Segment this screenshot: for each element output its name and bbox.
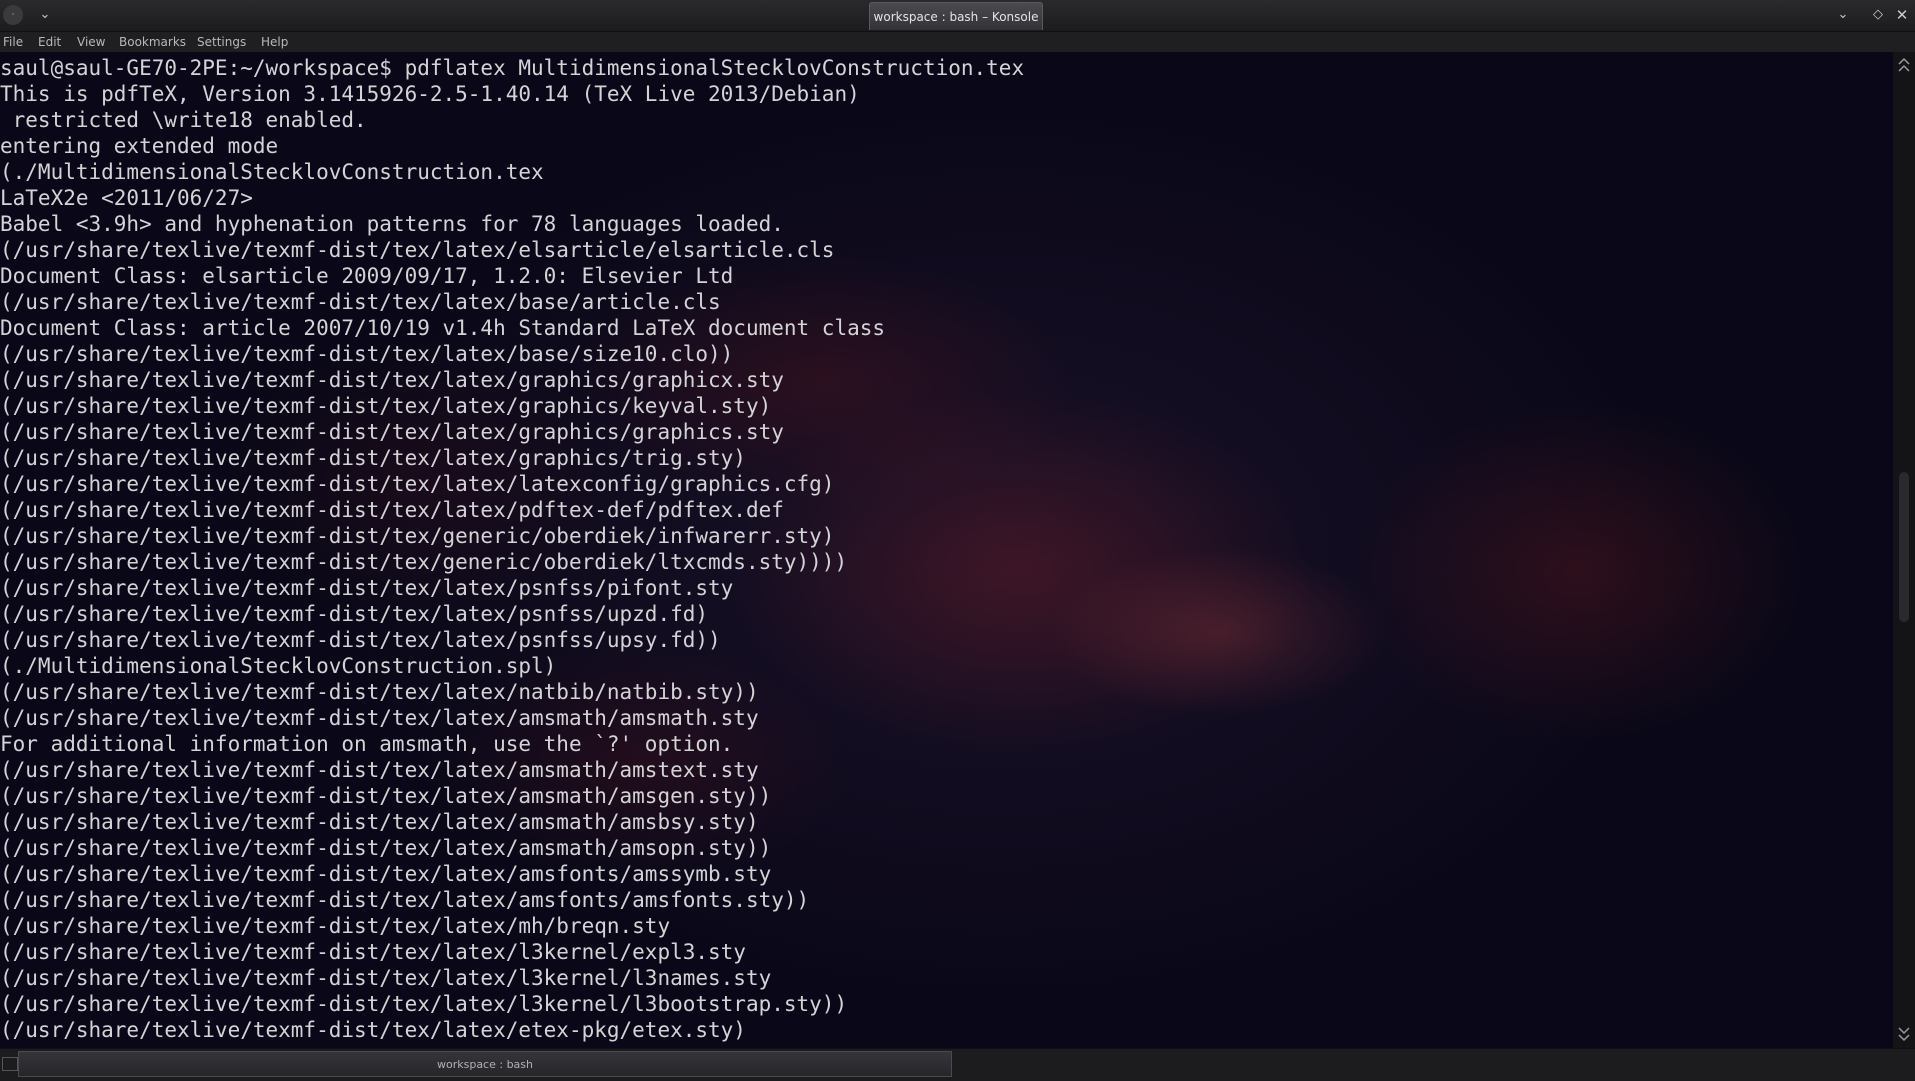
terminal-line: (/usr/share/texlive/texmf-dist/tex/latex… [0, 602, 709, 626]
menu-edit[interactable]: Edit [38, 32, 61, 52]
menu-file[interactable]: File [3, 32, 23, 52]
terminal-line: Document Class: article 2007/10/19 v1.4h… [0, 316, 886, 340]
terminal-line: (/usr/share/texlive/texmf-dist/tex/latex… [0, 628, 721, 652]
terminal-line: (/usr/share/texlive/texmf-dist/tex/latex… [0, 706, 759, 730]
terminal-line: (/usr/share/texlive/texmf-dist/tex/latex… [0, 836, 772, 860]
close-icon[interactable]: ✕ [1892, 5, 1912, 25]
terminal-line: (/usr/share/texlive/texmf-dist/tex/gener… [0, 550, 848, 574]
terminal-line: (/usr/share/texlive/texmf-dist/tex/latex… [0, 394, 772, 418]
menu-view[interactable]: View [77, 32, 105, 52]
konsole-window: · ⌄ workspace : bash – Konsole ⌄ ◇ ✕ Fil… [0, 0, 1915, 1081]
window-menu-icon[interactable]: · [3, 5, 23, 25]
terminal-line: (/usr/share/texlive/texmf-dist/tex/latex… [0, 420, 784, 444]
terminal-line: (/usr/share/texlive/texmf-dist/tex/latex… [0, 290, 721, 314]
session-tab[interactable]: workspace : bash [18, 1051, 952, 1077]
scroll-thumb[interactable] [1899, 472, 1909, 622]
terminal-line: saul@saul-GE70-2PE:~/workspace$ pdflatex… [0, 56, 1025, 80]
keep-above-icon[interactable]: ⌄ [35, 5, 55, 25]
terminal-line: (/usr/share/texlive/texmf-dist/tex/latex… [0, 680, 759, 704]
terminal-line: (/usr/share/texlive/texmf-dist/tex/latex… [0, 940, 746, 964]
session-tab-bar: workspace : bash [0, 1048, 1915, 1081]
maximize-icon[interactable]: ◇ [1868, 5, 1888, 25]
terminal-line: (/usr/share/texlive/texmf-dist/tex/latex… [0, 758, 759, 782]
menu-bar: File Edit View Bookmarks Settings Help [0, 32, 1915, 52]
terminal-line: (/usr/share/texlive/texmf-dist/tex/latex… [0, 576, 734, 600]
terminal-line: LaTeX2e <2011/06/27> [0, 186, 253, 210]
scroll-up-icon[interactable] [1893, 56, 1915, 76]
minimize-icon[interactable]: ⌄ [1833, 5, 1853, 25]
vertical-scrollbar[interactable] [1893, 52, 1915, 1048]
menu-bookmarks[interactable]: Bookmarks [119, 32, 186, 52]
terminal-line: (/usr/share/texlive/texmf-dist/tex/latex… [0, 446, 746, 470]
terminal-output[interactable]: saul@saul-GE70-2PE:~/workspace$ pdflatex… [0, 52, 1893, 1048]
double-chevron-up-icon [1898, 57, 1910, 72]
terminal-line: (/usr/share/texlive/texmf-dist/tex/latex… [0, 862, 772, 886]
terminal-line: Document Class: elsarticle 2009/09/17, 1… [0, 264, 734, 288]
terminal-line: (/usr/share/texlive/texmf-dist/tex/latex… [0, 342, 734, 366]
terminal-line: (/usr/share/texlive/texmf-dist/tex/latex… [0, 498, 784, 522]
terminal-line: (/usr/share/texlive/texmf-dist/tex/latex… [0, 992, 848, 1016]
scroll-down-icon[interactable] [1893, 1024, 1915, 1044]
terminal-lines: saul@saul-GE70-2PE:~/workspace$ pdflatex… [0, 55, 1024, 1043]
terminal-line: (/usr/share/texlive/texmf-dist/tex/latex… [0, 1018, 746, 1042]
menu-settings[interactable]: Settings [197, 32, 246, 52]
menu-help[interactable]: Help [261, 32, 288, 52]
terminal-line: (./MultidimensionalStecklovConstruction.… [0, 654, 557, 678]
new-tab-icon[interactable] [2, 1057, 18, 1071]
terminal-line: (/usr/share/texlive/texmf-dist/tex/latex… [0, 238, 835, 262]
terminal-line: Babel <3.9h> and hyphenation patterns fo… [0, 212, 784, 236]
terminal-line: entering extended mode [0, 134, 279, 158]
terminal-line: (/usr/share/texlive/texmf-dist/tex/latex… [0, 472, 835, 496]
window-title: workspace : bash – Konsole [869, 2, 1043, 30]
terminal-line: (/usr/share/texlive/texmf-dist/tex/latex… [0, 810, 759, 834]
terminal-line: (/usr/share/texlive/texmf-dist/tex/latex… [0, 784, 772, 808]
terminal-line: This is pdfTeX, Version 3.1415926-2.5-1.… [0, 82, 860, 106]
terminal-line: (./MultidimensionalStecklovConstruction.… [0, 160, 544, 184]
terminal-line: (/usr/share/texlive/texmf-dist/tex/latex… [0, 888, 810, 912]
title-bar[interactable]: · ⌄ workspace : bash – Konsole ⌄ ◇ ✕ [0, 0, 1915, 32]
terminal-line: restricted \write18 enabled. [0, 108, 367, 132]
terminal-line: (/usr/share/texlive/texmf-dist/tex/latex… [0, 914, 671, 938]
terminal-line: (/usr/share/texlive/texmf-dist/tex/latex… [0, 966, 772, 990]
terminal-line: For additional information on amsmath, u… [0, 732, 734, 756]
terminal-line: (/usr/share/texlive/texmf-dist/tex/gener… [0, 524, 835, 548]
double-chevron-down-icon [1898, 1027, 1910, 1042]
terminal-line: (/usr/share/texlive/texmf-dist/tex/latex… [0, 368, 784, 392]
